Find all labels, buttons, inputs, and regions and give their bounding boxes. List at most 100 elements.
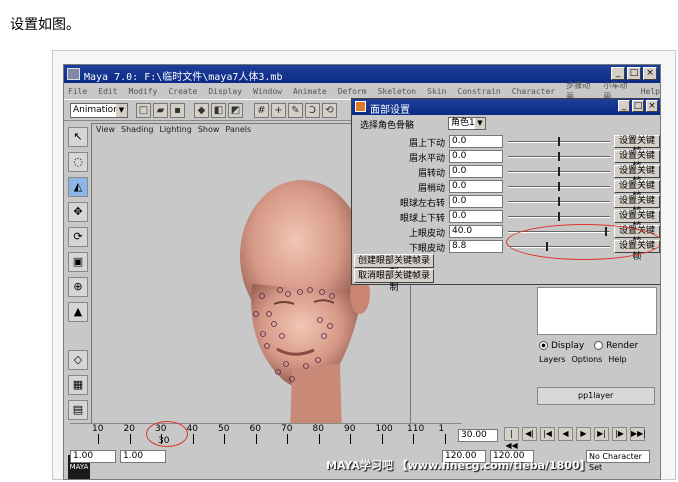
menu-modify[interactable]: Modify: [129, 87, 158, 96]
slider-thumb[interactable]: [558, 182, 560, 191]
menu-window[interactable]: Window: [253, 87, 282, 96]
manipulator-tool-icon[interactable]: ⊕: [68, 277, 88, 297]
snap-grid-icon[interactable]: #: [254, 103, 269, 118]
menu-animate[interactable]: Animate: [293, 87, 327, 96]
param-value-field[interactable]: 0.0: [449, 135, 503, 148]
param-slider[interactable]: [508, 197, 610, 206]
close-button[interactable]: ×: [643, 67, 657, 80]
render-radio[interactable]: Render: [594, 341, 638, 351]
layers-menu-layers[interactable]: Layers: [539, 355, 565, 364]
minimize-button[interactable]: _: [611, 67, 625, 80]
step-forward-frame-icon[interactable]: ▶|: [594, 427, 609, 441]
vp-menu-lighting[interactable]: Lighting: [159, 125, 191, 134]
layout-options-icon[interactable]: ▤: [68, 400, 88, 420]
dialog-maximize-button[interactable]: □: [632, 100, 644, 112]
dialog-close-button[interactable]: ×: [646, 100, 658, 112]
dialog-minimize-button[interactable]: _: [618, 100, 630, 112]
slider-thumb[interactable]: [558, 212, 560, 221]
param-value-field[interactable]: 0.0: [449, 180, 503, 193]
play-forward-icon[interactable]: ▶: [576, 427, 591, 441]
menu-create[interactable]: Create: [168, 87, 197, 96]
last-tool-icon[interactable]: ▲: [68, 302, 88, 322]
menu-edit[interactable]: Edit: [98, 87, 117, 96]
vp-menu-view[interactable]: View: [96, 125, 115, 134]
snap-surface-icon[interactable]: Ↄ: [305, 103, 320, 118]
set-key-button[interactable]: 设置关键帧: [614, 150, 660, 172]
param-value-field[interactable]: 0.0: [449, 210, 503, 223]
snap-curve-icon[interactable]: ✎: [288, 103, 303, 118]
layout-single-icon[interactable]: ◇: [68, 350, 88, 370]
paint-select-tool-icon[interactable]: ◭: [68, 177, 88, 197]
lasso-tool-icon[interactable]: ◌: [68, 152, 88, 172]
step-back-key-icon[interactable]: ◀|: [522, 427, 537, 441]
param-value-field[interactable]: 8.8: [449, 240, 503, 253]
menu-skeleton[interactable]: Skeleton: [378, 87, 417, 96]
param-slider[interactable]: [508, 137, 610, 146]
menu-file[interactable]: File: [68, 87, 87, 96]
step-forward-key-icon[interactable]: |▶: [612, 427, 627, 441]
step-back-frame-icon[interactable]: |◀: [540, 427, 555, 441]
param-label: 眉上下动: [408, 139, 445, 149]
set-key-button[interactable]: 设置关键帧: [614, 165, 660, 187]
time-slider[interactable]: 10 20 30 40 50 60 70 80 90 100 110 1 30: [70, 423, 462, 449]
go-to-start-icon[interactable]: |◀◀: [504, 427, 519, 450]
param-slider[interactable]: [508, 152, 610, 161]
vp-menu-shading[interactable]: Shading: [121, 125, 154, 134]
param-value-field[interactable]: 0.0: [449, 165, 503, 178]
select-component-icon[interactable]: ◩: [228, 103, 243, 118]
cancel-eye-key-recording-button[interactable]: 取消眼部关键帧录制: [354, 269, 434, 293]
vp-menu-panels[interactable]: Panels: [225, 125, 251, 134]
display-radio[interactable]: Display: [539, 341, 584, 351]
select-hierarchy-icon[interactable]: ◆: [194, 103, 209, 118]
rotate-tool-icon[interactable]: ⟳: [68, 227, 88, 247]
set-key-button[interactable]: 设置关键帧: [614, 135, 660, 157]
scale-tool-icon[interactable]: ▣: [68, 252, 88, 272]
set-key-button[interactable]: 设置关键帧: [614, 180, 660, 202]
current-frame-field[interactable]: 30.00: [458, 429, 498, 442]
set-key-button[interactable]: 设置关键帧: [614, 210, 660, 232]
param-slider[interactable]: [508, 182, 610, 191]
menu-character[interactable]: Character: [512, 87, 555, 96]
layers-menu-options[interactable]: Options: [571, 355, 602, 364]
history-icon[interactable]: ⟲: [322, 103, 337, 118]
slider-thumb[interactable]: [558, 197, 560, 206]
param-value-field[interactable]: 0.0: [449, 150, 503, 163]
save-scene-icon[interactable]: ▪: [170, 103, 185, 118]
slider-thumb[interactable]: [558, 152, 560, 161]
param-slider[interactable]: [508, 212, 610, 221]
timeline-tick-label: 110: [407, 424, 425, 434]
animation-start-field[interactable]: 1.00: [70, 450, 116, 463]
play-backward-icon[interactable]: ◀: [558, 427, 573, 441]
param-slider[interactable]: [508, 167, 610, 176]
vp-menu-show[interactable]: Show: [198, 125, 220, 134]
layer-row[interactable]: pp1layer: [537, 387, 655, 405]
create-eye-key-recording-button[interactable]: 创建眼部关键帧录制: [354, 254, 434, 278]
menu-constrain[interactable]: Constrain: [457, 87, 500, 96]
set-key-button[interactable]: 设置关键帧: [614, 195, 660, 217]
menu-help[interactable]: Help: [641, 87, 660, 96]
timeline-tick-label: 1: [438, 424, 445, 434]
param-value-field[interactable]: 40.0: [449, 225, 503, 238]
select-tool-icon[interactable]: ↖: [68, 127, 88, 147]
menu-display[interactable]: Display: [208, 87, 242, 96]
character-select[interactable]: 角色1 ▼: [448, 117, 486, 130]
slider-thumb[interactable]: [558, 167, 560, 176]
timeline-tick: [350, 434, 351, 444]
param-value-field[interactable]: 0.0: [449, 195, 503, 208]
maximize-button[interactable]: □: [627, 67, 641, 80]
move-tool-icon[interactable]: ✥: [68, 202, 88, 222]
layers-menu-help[interactable]: Help: [608, 355, 626, 364]
playback-start-field[interactable]: 1.00: [120, 450, 166, 463]
snap-point-icon[interactable]: +: [271, 103, 286, 118]
menu-deform[interactable]: Deform: [338, 87, 367, 96]
character-set-menu[interactable]: No Character Set: [586, 450, 650, 472]
new-scene-icon[interactable]: □: [136, 103, 151, 118]
menu-skin[interactable]: Skin: [427, 87, 446, 96]
slider-thumb[interactable]: [558, 137, 560, 146]
go-to-end-icon[interactable]: ▶▶|: [630, 427, 646, 441]
param-row: 眉上下动 0.0 设置关键帧: [352, 135, 660, 157]
mode-selector[interactable]: Animation ▼: [70, 103, 128, 118]
layout-four-icon[interactable]: ▦: [68, 375, 88, 395]
open-scene-icon[interactable]: ▰: [153, 103, 168, 118]
select-object-icon[interactable]: ◧: [211, 103, 226, 118]
